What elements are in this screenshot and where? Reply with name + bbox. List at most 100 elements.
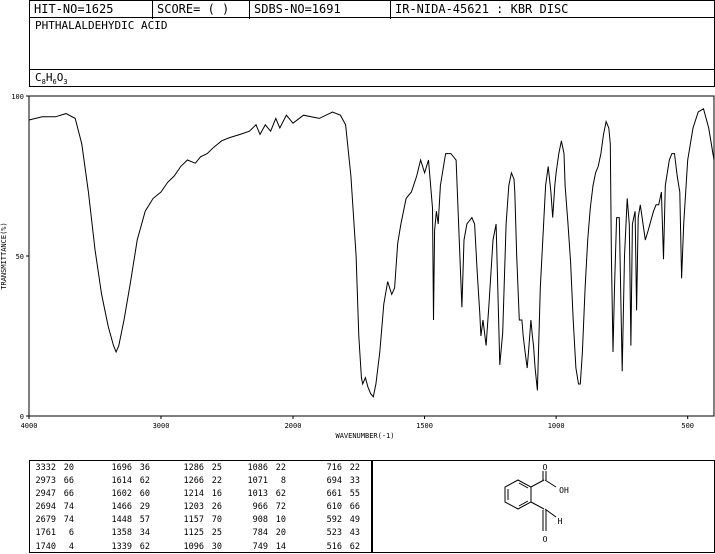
atom-o-top: O xyxy=(543,463,548,472)
carboxyl-group xyxy=(530,471,557,488)
peak-wavenumber: 1466 xyxy=(111,502,132,513)
x-tick-label: 500 xyxy=(681,422,694,430)
peak-row: 1602 60 xyxy=(106,488,150,501)
peak-row: 1286 25 xyxy=(178,462,222,475)
peak-transmittance: 66 xyxy=(63,476,74,487)
peak-wavenumber: 516 xyxy=(326,541,342,552)
peak-wavenumber: 1740 xyxy=(35,541,56,552)
peak-row: 1071 8 xyxy=(242,475,286,488)
peak-transmittance: 25 xyxy=(211,528,222,539)
peak-transmittance: 66 xyxy=(349,502,360,513)
peak-wavenumber: 966 xyxy=(252,502,268,513)
peak-row: 1214 16 xyxy=(178,488,222,501)
compound-name-box: PHTHALALDEHYDIC ACID xyxy=(29,17,715,70)
peak-row: 1358 34 xyxy=(106,527,150,540)
peak-wavenumber: 1696 xyxy=(111,463,132,473)
peak-wavenumber: 1214 xyxy=(183,489,204,500)
peak-transmittance: 25 xyxy=(211,463,222,473)
peak-row: 1740 4 xyxy=(30,541,74,554)
peak-wavenumber: 2694 xyxy=(35,502,56,513)
spectrum-line xyxy=(28,108,715,398)
peak-transmittance: 36 xyxy=(139,463,150,473)
peak-row: 2694 74 xyxy=(30,501,74,514)
peak-column: 1086 22 1071 8 1013 62 966 72 908 10 784 20 749 14 xyxy=(242,462,286,554)
header-bar: HIT-NO=1625 SCORE= ( ) SDBS-NO=1691 IR-N… xyxy=(29,0,715,19)
peak-row: 1086 22 xyxy=(242,462,286,475)
peak-transmittance: 33 xyxy=(349,476,360,487)
peak-row: 1696 36 xyxy=(106,462,150,475)
peak-wavenumber: 1761 xyxy=(35,528,56,539)
peak-transmittance: 74 xyxy=(63,515,74,526)
peak-wavenumber: 1203 xyxy=(183,502,204,513)
peak-wavenumber: 1266 xyxy=(183,476,204,487)
ir-spectrum-chart: 4000 3000 2000 1500 1000 500 0 50 100 WAVENUMBER… xyxy=(0,93,715,440)
peak-row: 1013 62 xyxy=(242,488,286,501)
peak-transmittance: 29 xyxy=(139,502,150,513)
peak-wavenumber: 1157 xyxy=(183,515,204,526)
peak-wavenumber: 1125 xyxy=(183,528,204,539)
peak-row: 516 62 xyxy=(316,541,360,554)
peak-row: 966 72 xyxy=(242,501,286,514)
peak-row: 1614 62 xyxy=(106,475,150,488)
peak-wavenumber: 1096 xyxy=(183,541,204,552)
peak-transmittance: 26 xyxy=(211,502,222,513)
peak-transmittance: 62 xyxy=(139,476,150,487)
peak-wavenumber: 610 xyxy=(326,502,342,513)
peak-row: 749 14 xyxy=(242,541,286,554)
peak-column: 1696 36 1614 62 1602 60 1466 29 1448 57 1358 34 1339… xyxy=(106,462,150,554)
peak-row: 1266 22 xyxy=(178,475,222,488)
peak-row: 523 43 xyxy=(316,527,360,540)
x-tick-label: 3000 xyxy=(153,422,170,430)
compound-name: PHTHALALDEHYDIC ACID xyxy=(35,19,168,32)
peak-transmittance: 16 xyxy=(211,489,222,500)
formula-box: C8H6O3 xyxy=(29,70,715,87)
peak-row: 1339 62 xyxy=(106,541,150,554)
peak-row: 1125 25 xyxy=(178,527,222,540)
peak-wavenumber: 694 xyxy=(326,476,342,487)
y-axis-label: TRANSMITTANCE(%) xyxy=(0,222,8,289)
atom-o-bottom: O xyxy=(543,535,548,544)
peak-transmittance: 43 xyxy=(349,528,360,539)
aldehyde-group xyxy=(530,501,557,531)
peak-transmittance: 72 xyxy=(275,502,286,513)
peak-column: 1286 25 1266 22 1214 16 1203 26 1157 70 1125 25 1096… xyxy=(178,462,222,554)
peak-wavenumber: 749 xyxy=(252,541,268,552)
peak-wavenumber: 592 xyxy=(326,515,342,526)
peak-transmittance: 4 xyxy=(68,541,74,552)
peak-wavenumber: 908 xyxy=(252,515,268,526)
peak-row: 716 22 xyxy=(316,462,360,475)
peak-transmittance: 8 xyxy=(280,476,286,487)
peak-wavenumber: 1071 xyxy=(247,476,268,487)
peak-row: 694 33 xyxy=(316,475,360,488)
peak-transmittance: 20 xyxy=(275,528,286,539)
peak-row: 3332 20 xyxy=(30,462,74,475)
peak-row: 2679 74 xyxy=(30,514,74,527)
peak-row: 2973 66 xyxy=(30,475,74,488)
x-tick-label: 4000 xyxy=(21,422,38,430)
y-tick-label: 50 xyxy=(16,253,24,261)
x-tick-label: 1500 xyxy=(416,422,433,430)
peak-wavenumber: 3332 xyxy=(35,463,56,473)
peak-transmittance: 66 xyxy=(63,489,74,500)
peak-wavenumber: 1358 xyxy=(111,528,132,539)
peak-wavenumber: 523 xyxy=(326,528,342,539)
peak-wavenumber: 1086 xyxy=(247,463,268,473)
peak-column: 716 22 694 33 661 55 610 66 592 49 523 43 516 62 xyxy=(316,462,360,554)
peak-wavenumber: 2973 xyxy=(35,476,56,487)
peak-wavenumber: 2947 xyxy=(35,489,56,500)
peak-row: 592 49 xyxy=(316,514,360,527)
peak-transmittance: 62 xyxy=(139,541,150,552)
x-tick-label: 2000 xyxy=(285,422,302,430)
peak-transmittance: 57 xyxy=(139,515,150,526)
peak-transmittance: 6 xyxy=(68,528,74,539)
peak-row: 1203 26 xyxy=(178,501,222,514)
peak-transmittance: 22 xyxy=(349,463,360,473)
x-tick-label: 1000 xyxy=(548,422,565,430)
peak-transmittance: 70 xyxy=(211,515,222,526)
formula-o-count: 3 xyxy=(63,78,68,87)
peak-wavenumber: 1339 xyxy=(111,541,132,552)
peak-wavenumber: 1614 xyxy=(111,476,132,487)
peak-transmittance: 34 xyxy=(139,528,150,539)
peak-wavenumber: 784 xyxy=(252,528,268,539)
peak-transmittance: 62 xyxy=(349,541,360,552)
